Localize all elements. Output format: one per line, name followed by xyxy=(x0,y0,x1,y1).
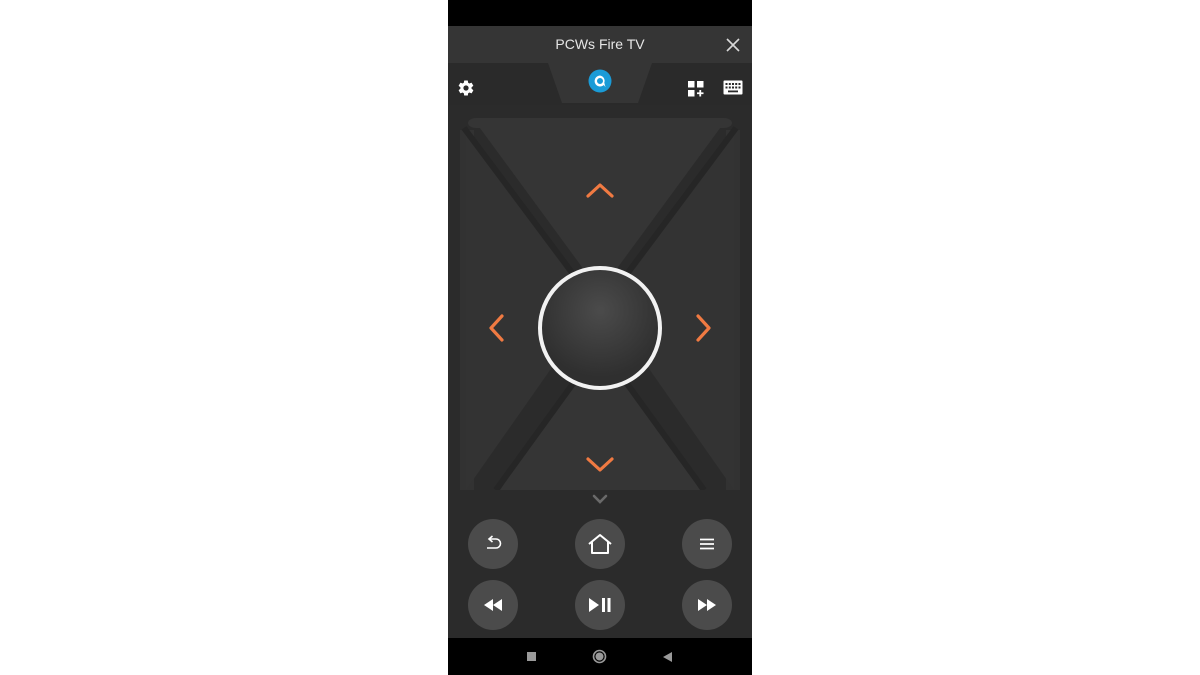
back-button[interactable] xyxy=(468,519,518,569)
chevron-up-icon[interactable] xyxy=(585,181,615,199)
rewind-icon xyxy=(484,599,502,611)
gear-icon[interactable] xyxy=(457,79,475,97)
circle-icon[interactable] xyxy=(592,649,607,664)
play-pause-button[interactable] xyxy=(575,580,625,630)
chevron-down-icon[interactable] xyxy=(585,456,615,474)
triangle-back-icon[interactable] xyxy=(662,651,673,663)
rewind-button[interactable] xyxy=(468,580,518,630)
select-button[interactable] xyxy=(538,266,662,390)
play-pause-icon xyxy=(589,598,611,612)
keyboard-icon[interactable] xyxy=(723,80,743,95)
square-icon[interactable] xyxy=(526,651,537,662)
collapse-chevron-icon[interactable] xyxy=(592,494,608,504)
menu-button[interactable] xyxy=(682,519,732,569)
menu-icon xyxy=(700,538,714,550)
status-bar xyxy=(448,0,752,26)
device-title: PCWs Fire TV xyxy=(555,36,645,52)
remote-app-screen: PCWs Fire TV xyxy=(448,0,752,675)
close-icon[interactable] xyxy=(724,36,742,54)
home-icon xyxy=(588,534,612,554)
back-icon xyxy=(487,535,502,549)
chevron-right-icon[interactable] xyxy=(695,313,713,343)
system-nav-bar xyxy=(448,638,752,675)
home-button[interactable] xyxy=(575,519,625,569)
apps-grid-icon[interactable] xyxy=(687,80,705,98)
title-bar: PCWs Fire TV xyxy=(448,26,752,63)
fast-forward-icon xyxy=(698,599,716,611)
alexa-icon[interactable] xyxy=(588,69,612,93)
fast-forward-button[interactable] xyxy=(682,580,732,630)
chevron-left-icon[interactable] xyxy=(487,313,505,343)
